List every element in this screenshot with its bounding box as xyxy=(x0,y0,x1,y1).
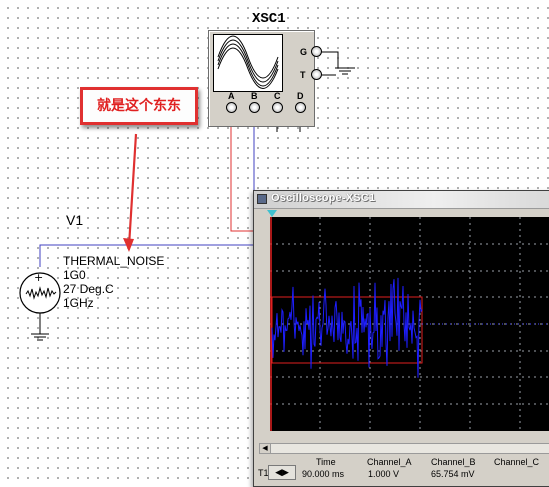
ground-terminal-label: G xyxy=(300,47,308,57)
readout-header-channel-c: Channel_C xyxy=(494,457,540,467)
window-title: Oscilloscope-XSC1 xyxy=(271,192,376,204)
window-app-icon xyxy=(257,194,267,204)
oscilloscope-symbol[interactable]: G T A B C D xyxy=(208,30,322,127)
oscilloscope-display xyxy=(270,217,549,431)
trigger-terminal[interactable] xyxy=(311,69,322,80)
channel-d-label: D xyxy=(297,91,304,101)
oscilloscope-window[interactable]: Oscilloscope-XSC1 ◀ T1 ◀▶ Time Channel_A… xyxy=(253,190,549,487)
thermal-noise-source-icon: + xyxy=(19,271,61,314)
callout-text: 就是这个东东 xyxy=(97,98,181,114)
t1-cursor-control: T1 ◀▶ xyxy=(258,465,296,481)
channel-b-label: B xyxy=(251,91,258,101)
readout-value-channel-a: 1.000 V xyxy=(368,469,400,479)
t1-arrows-icon[interactable]: ◀▶ xyxy=(268,465,296,480)
scroll-left-arrow-icon[interactable]: ◀ xyxy=(260,444,271,453)
channel-d-terminal[interactable] xyxy=(295,102,306,113)
callout-arrow xyxy=(123,133,138,252)
source-parameters: THERMAL_NOISE 1G0 27 Deg.C 1GHz xyxy=(63,254,164,310)
readout-header-channel-a: Channel_A xyxy=(367,457,412,467)
channel-a-label: A xyxy=(228,91,235,101)
time-scrollbar[interactable]: ◀ xyxy=(259,443,549,454)
trigger-terminal-label: T xyxy=(300,70,306,80)
window-titlebar[interactable]: Oscilloscope-XSC1 xyxy=(254,191,549,209)
readout-header-time: Time xyxy=(316,457,336,467)
channel-b-terminal[interactable] xyxy=(249,102,260,113)
source-reference: V1 xyxy=(66,212,84,228)
readout-header-channel-b: Channel_B xyxy=(431,457,476,467)
source-param-temperature: 27 Deg.C xyxy=(63,282,114,296)
annotation-callout: 就是这个东东 xyxy=(80,87,198,125)
ground-terminal[interactable] xyxy=(311,46,322,57)
instrument-title: XSC1 xyxy=(252,11,286,27)
channel-a-wire xyxy=(230,118,254,232)
trigger-position-marker[interactable] xyxy=(267,210,277,217)
ground-terminal-lead xyxy=(322,51,355,75)
ground-symbol-source xyxy=(31,333,49,341)
channel-c-label: C xyxy=(274,91,281,101)
cursor-readout-panel: T1 ◀▶ Time Channel_A Channel_B Channel_C… xyxy=(254,457,549,486)
channel-a-terminal[interactable] xyxy=(226,102,237,113)
t1-label: T1 xyxy=(258,468,269,478)
oscilloscope-screen-icon xyxy=(213,34,283,92)
svg-text:+: + xyxy=(34,271,43,284)
readout-value-channel-b: 65.754 mV xyxy=(431,469,475,479)
source-param-resistance: 1G0 xyxy=(63,268,86,282)
channel-c-terminal[interactable] xyxy=(272,102,283,113)
readout-value-time: 90.000 ms xyxy=(302,469,345,479)
source-param-type: THERMAL_NOISE xyxy=(63,254,165,268)
source-param-bandwidth: 1GHz xyxy=(63,296,94,310)
